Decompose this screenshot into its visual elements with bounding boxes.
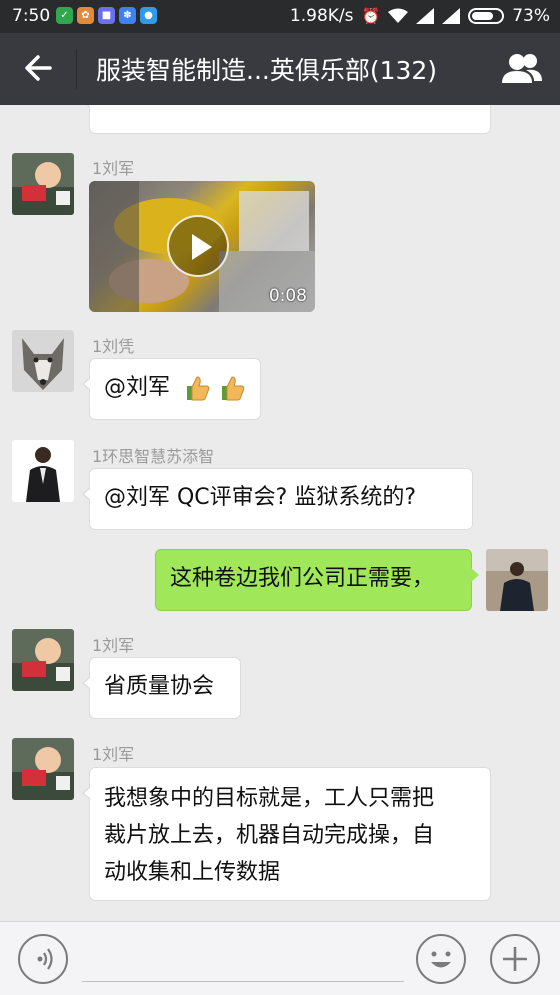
sender-name: 1刘凭	[92, 337, 135, 356]
header-divider	[76, 49, 77, 89]
sender-name: 1刘军	[92, 159, 135, 178]
sender-name: 1刘军	[92, 636, 135, 655]
emoji-icon	[431, 951, 451, 968]
avatar-liujun[interactable]	[12, 153, 74, 215]
play-button[interactable]	[167, 215, 229, 277]
plus-icon	[503, 947, 527, 971]
battery-fill	[472, 12, 493, 20]
wifi-icon	[388, 8, 409, 23]
message-bubble[interactable]: 省质量协会	[82, 657, 241, 719]
thumbs-up-emoji-2	[222, 376, 245, 401]
alarm-icon: ⏰	[361, 7, 381, 25]
emoji-button[interactable]	[416, 934, 466, 984]
video-message[interactable]: 0:08	[89, 181, 315, 312]
video-duration: 0:08	[268, 286, 307, 306]
photos-app-icon: ✿	[77, 7, 94, 24]
signal-icon-2	[442, 8, 461, 24]
message-app-icon: ●	[140, 7, 157, 24]
avatar-liujun[interactable]	[12, 629, 74, 691]
group-members-button[interactable]	[500, 49, 544, 89]
avatar-liujun[interactable]	[12, 738, 74, 800]
more-options-button[interactable]	[490, 934, 540, 984]
status-right: 1.98K/s ⏰ 73%	[290, 6, 550, 26]
chat-header: 服装智能制造...英俱乐部(132)	[0, 33, 560, 105]
message-input[interactable]	[82, 938, 404, 982]
signal-icon	[416, 8, 435, 24]
message-bubble[interactable]: 操作	[82, 105, 491, 134]
group-members-icon	[502, 54, 542, 83]
message-line: 动收集和上传数据	[104, 860, 281, 885]
message-bubble[interactable]: @刘军	[82, 358, 261, 420]
sender-name: 1刘军	[92, 745, 135, 764]
voice-input-icon	[37, 948, 53, 970]
sender-name: 1环思智慧苏添智	[92, 447, 215, 466]
message-line: 裁片放上去，机器自动完成操，自	[104, 823, 435, 848]
message-list[interactable]: 操作 1刘军 0:08 1刘凭 @刘军 1环思智慧苏添智 @刘军 QC评审会? …	[0, 105, 560, 921]
message-bubble[interactable]: @刘军 QC评审会? 监狱系统的?	[82, 468, 473, 530]
chat-title: 服装智能制造...英俱乐部(132)	[96, 56, 438, 85]
message-text: @刘军 QC评审会? 监狱系统的?	[104, 485, 417, 510]
message-text: 省质量协会	[104, 674, 215, 699]
message-text: 这种卷边我们公司正需要，	[170, 566, 435, 591]
avatar-sutianzhi[interactable]	[12, 440, 74, 502]
battery-icon	[468, 8, 505, 24]
mail-app-icon: ■	[98, 7, 115, 24]
avatar-liuping[interactable]	[12, 330, 74, 392]
battery-percent: 73%	[512, 6, 550, 26]
message-text: 操作	[104, 105, 148, 109]
message-text: @刘军	[104, 375, 171, 400]
status-time: 7:50	[12, 6, 51, 26]
message-line: 我想象中的目标就是，工人只需把	[104, 786, 435, 811]
voice-input-button[interactable]	[18, 934, 68, 984]
own-message-bubble[interactable]: 这种卷边我们公司正需要，	[155, 549, 479, 611]
avatar-self[interactable]	[486, 549, 548, 611]
message-bubble[interactable]: 我想象中的目标就是，工人只需把 裁片放上去，机器自动完成操，自 动收集和上传数据	[82, 767, 491, 901]
thumbs-up-emoji-1	[187, 376, 210, 401]
shield-app-icon: ✓	[56, 7, 73, 24]
back-button[interactable]	[22, 50, 54, 86]
status-bar: 7:50 ✓ ✿ ■ ✽ ● 1.98K/s ⏰ 73%	[0, 0, 560, 33]
notification-icons: ✓ ✿ ■ ✽ ●	[56, 7, 157, 24]
network-speed: 1.98K/s	[289, 6, 354, 26]
input-bar	[0, 921, 560, 995]
paw-app-icon: ✽	[119, 7, 136, 24]
arrow-left-icon	[25, 55, 52, 81]
